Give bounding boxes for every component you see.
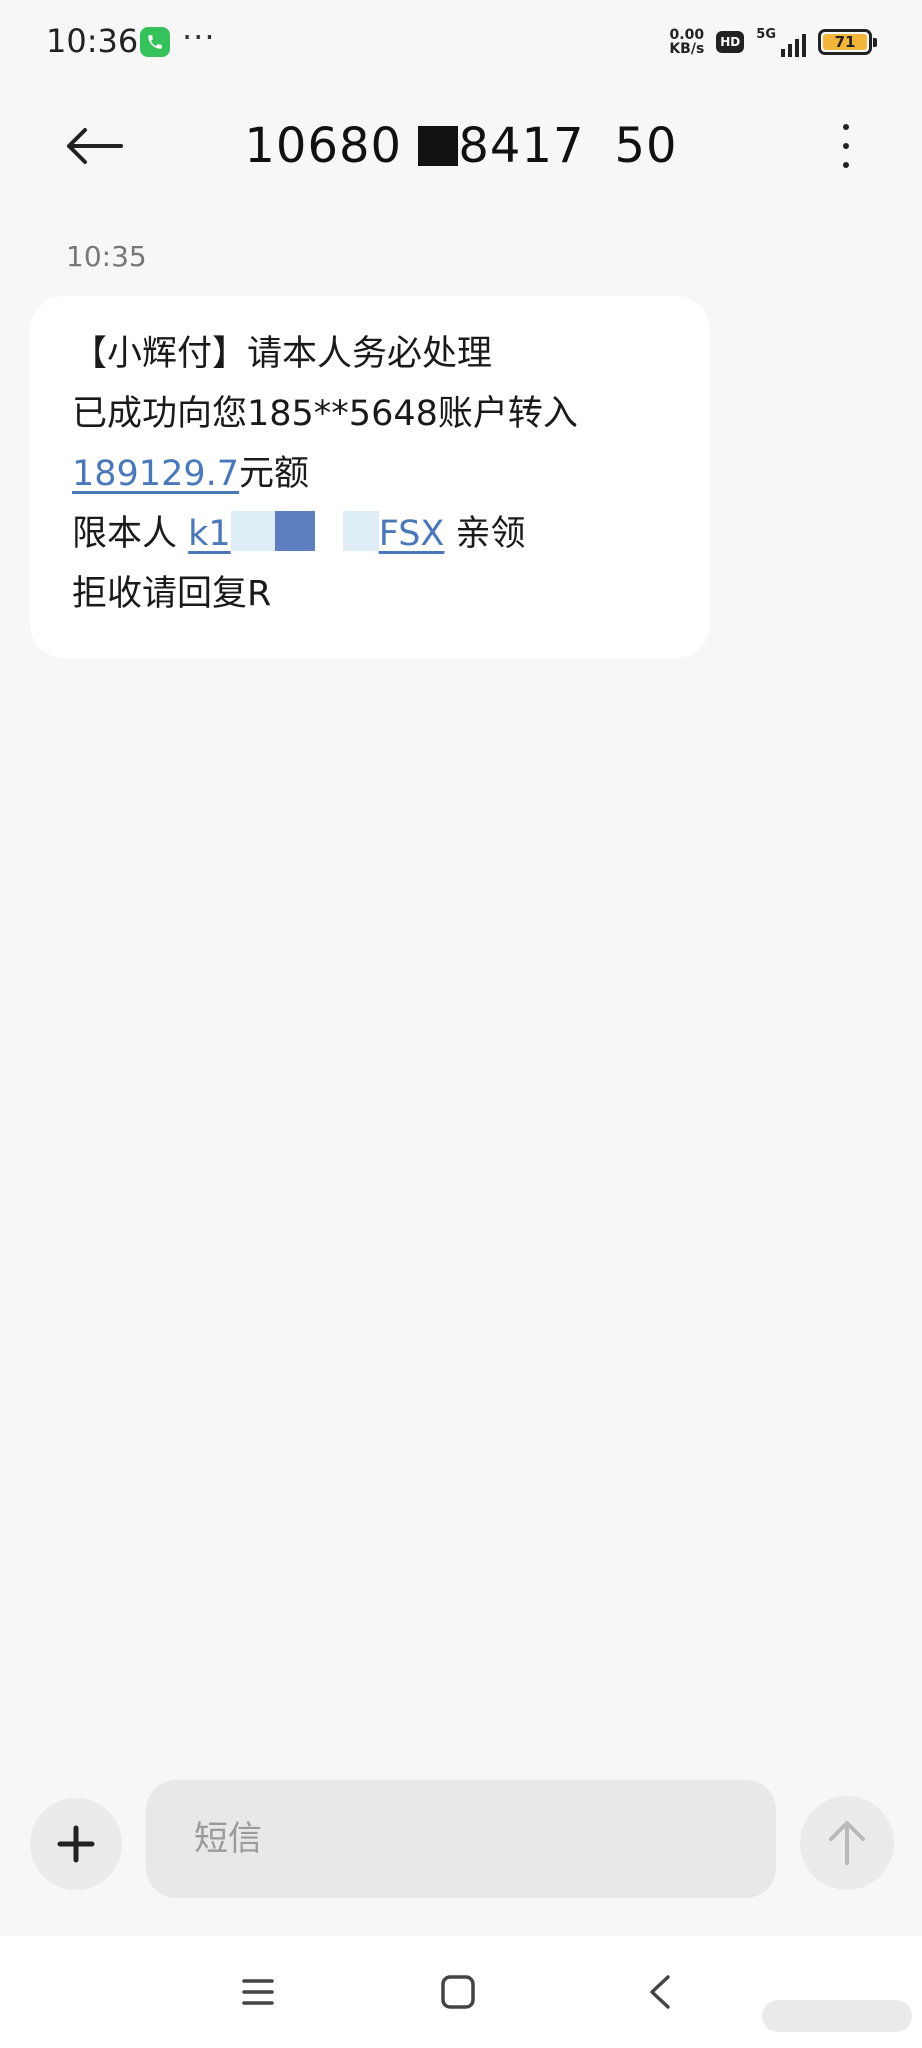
menu-icon [242,1979,274,2005]
claim-link-end: FSX [378,514,445,554]
contact-number-end: 50 [614,118,678,174]
add-attachment-button[interactable] [30,1798,122,1890]
phone-call-icon [140,27,170,57]
message-composer [0,1776,922,1906]
hd-icon: HD [716,31,745,53]
network-type: 5G [756,27,776,42]
message-line: 189129.7元额 [72,444,670,504]
message-bubble[interactable]: 【小辉付】请本人务必处理 已成功向您185**5648账户转入 189129.7… [30,296,710,658]
recent-apps-button[interactable] [228,1964,288,2020]
contact-number-start: 10680 [244,118,403,174]
plus-icon [57,1825,95,1863]
line-prefix: 限本人 [72,514,189,554]
amount-link[interactable]: 189129.7 [72,454,239,494]
home-button[interactable] [428,1964,488,2020]
system-back-button[interactable] [630,1964,690,2020]
watermark-area [762,2000,912,2032]
status-time: 10:36 [46,22,139,60]
contact-number: 10680 8417 50 [0,118,922,174]
network-speed-value: 0.00 [669,27,705,43]
message-timestamp: 10:35 [66,240,147,273]
status-bar: 10:36 ··· 0.00 KB/s HD 5G 71 [0,0,922,84]
redaction-blur [230,511,275,551]
redaction-block [418,126,459,166]
sms-conversation-screen: 10:36 ··· 0.00 KB/s HD 5G 71 10680 8417 … [0,0,922,2048]
line-suffix: 亲领 [444,514,526,554]
conversation-header: 10680 8417 50 [0,96,922,196]
claim-link-start: k1 [188,514,231,554]
status-indicators: 0.00 KB/s HD 5G 71 [669,24,877,60]
network-speed: 0.00 KB/s [669,28,704,56]
redaction-block [274,511,315,551]
more-notifications-icon: ··· [182,18,216,56]
claim-link[interactable]: k1 FSX [188,511,445,554]
message-input-box[interactable] [146,1780,776,1898]
battery-icon: 71 [818,29,877,55]
send-button[interactable] [800,1796,894,1890]
signal-icon: 5G [756,27,806,57]
vertical-dots-icon [843,124,849,131]
message-line: 拒收请回复R [72,574,272,614]
message-line: 【小辉付】请本人务必处理 [72,334,493,374]
message-line: 已成功向您185**5648账户转入 [72,394,578,434]
arrow-up-icon [829,1821,865,1865]
amount-suffix: 元额 [239,454,310,494]
redaction-blur [342,511,379,551]
message-line: 限本人 k1 FSX 亲领 [72,504,670,564]
message-input[interactable] [146,1780,776,1898]
square-icon [441,1975,475,2009]
system-navigation-bar [0,1936,922,2048]
contact-number-middle: 8417 [458,118,585,174]
chevron-left-icon [650,1975,670,2009]
more-options-button[interactable] [826,118,866,174]
battery-level: 71 [823,33,867,51]
network-speed-unit: KB/s [669,41,705,57]
